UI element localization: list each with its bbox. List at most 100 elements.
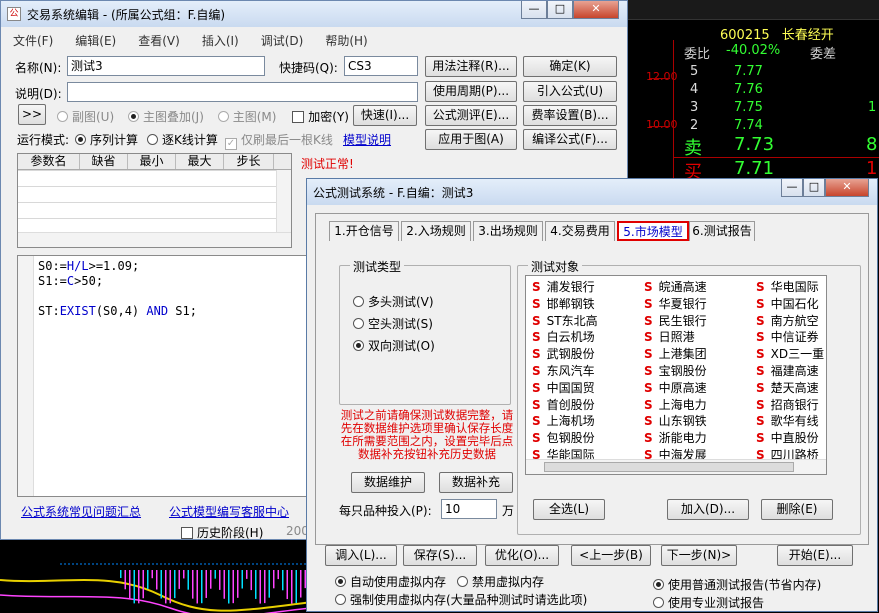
params-hscroll[interactable]	[18, 232, 291, 247]
menu-item-3[interactable]: 插入(I)	[190, 29, 249, 49]
data-fill-button[interactable]: 数据补充	[439, 472, 513, 493]
stock-item[interactable]: S 上海电力	[644, 396, 707, 413]
history-checkbox[interactable]: 历史阶段(H)	[181, 524, 263, 541]
tester-bottom-button-1[interactable]: 保存(S)...	[403, 545, 477, 566]
support-link[interactable]: 公式模型编写客服中心	[169, 503, 289, 520]
encrypt-checkbox[interactable]: 加密(Y)	[292, 110, 349, 124]
option-main[interactable]: 主图(M)	[217, 110, 276, 124]
tester-minimize-button[interactable]: —	[781, 179, 803, 197]
code-vscroll[interactable]	[18, 256, 34, 496]
editor-far-button-2[interactable]: 费率设置(B)...	[523, 105, 617, 126]
stock-item[interactable]: S 华电国际	[756, 278, 819, 295]
menu-item-0[interactable]: 文件(F)	[1, 29, 63, 49]
option-main-overlay[interactable]: 主图叠加(J)	[127, 110, 204, 124]
tab-0[interactable]: 1.开仓信号	[329, 221, 399, 241]
param-header-2[interactable]: 最小	[128, 154, 176, 169]
stock-item[interactable]: S 中原高速	[644, 379, 707, 396]
faq-link[interactable]: 公式系统常见问题汇总	[21, 503, 141, 520]
tester-bottom-button-0[interactable]: 调入(L)...	[325, 545, 397, 566]
menu-item-4[interactable]: 调试(D)	[249, 29, 314, 49]
stock-item[interactable]: S 中国石化	[756, 295, 819, 312]
report-pro-radio[interactable]: 使用专业测试报告	[653, 594, 764, 611]
expand-button[interactable]: >>	[18, 104, 46, 125]
stock-item[interactable]: S ST东北高	[532, 312, 598, 329]
model-desc-link[interactable]: 模型说明	[343, 131, 391, 148]
test-type-radio-0[interactable]: 多头测试(V)	[353, 293, 434, 310]
code-text[interactable]: S0:=H/L>=1.09; S1:=C>50; ST:EXIST(S0,4) AN…	[38, 259, 197, 319]
tester-close-button[interactable]: ✕	[825, 179, 869, 197]
stock-item[interactable]: S 浦发银行	[532, 278, 595, 295]
delete-button[interactable]: 删除(E)	[761, 499, 833, 520]
stock-item[interactable]: S 华夏银行	[644, 295, 707, 312]
refresh-last-checkbox[interactable]: ✓ 仅刷最后一根K线	[225, 131, 333, 150]
mem-force-radio[interactable]: 强制使用虚拟内存(大量品种测试时请选此项)	[335, 591, 587, 608]
menu-item-1[interactable]: 编辑(E)	[63, 29, 126, 49]
stock-item[interactable]: S 山东钢铁	[644, 412, 707, 429]
menu-item-2[interactable]: 查看(V)	[126, 29, 190, 49]
stock-item[interactable]: S 南方航空	[756, 312, 819, 329]
data-maintain-button[interactable]: 数据维护	[351, 472, 425, 493]
tab-5[interactable]: 6.测试报告	[689, 221, 755, 241]
editor-button-2[interactable]: 公式测评(E)...	[425, 105, 517, 126]
stock-item[interactable]: S 上海机场	[532, 412, 595, 429]
stock-item[interactable]: S XD三一重	[756, 345, 824, 362]
mode-bar-radio[interactable]: 逐K线计算	[147, 131, 218, 148]
stock-item[interactable]: S 皖通高速	[644, 278, 707, 295]
name-input[interactable]: 测试3	[67, 56, 265, 76]
stock-item[interactable]: S 东风汽车	[532, 362, 595, 379]
stock-item[interactable]: S 中信证券	[756, 328, 819, 345]
param-header-3[interactable]: 最大	[176, 154, 224, 169]
tester-bottom-button-5[interactable]: 开始(E)...	[777, 545, 853, 566]
stock-item[interactable]: S 楚天高速	[756, 379, 819, 396]
mem-auto-radio[interactable]: 自动使用虚拟内存	[335, 573, 446, 590]
test-type-radio-2[interactable]: 双向测试(O)	[353, 337, 435, 354]
stock-item[interactable]: S 宝钢股份	[644, 362, 707, 379]
option-subchart[interactable]: 副图(U)	[57, 110, 114, 124]
stock-item[interactable]: S 中直股份	[756, 429, 819, 446]
tester-bottom-button-2[interactable]: 优化(O)...	[485, 545, 559, 566]
editor-button-0[interactable]: 用法注释(R)...	[425, 56, 517, 77]
add-button[interactable]: 加入(D)...	[667, 499, 749, 520]
menu-item-5[interactable]: 帮助(H)	[313, 29, 377, 49]
stock-list-hscroll[interactable]	[526, 459, 826, 474]
stock-item[interactable]: S 招商银行	[756, 396, 819, 413]
param-header-4[interactable]: 步长	[224, 154, 274, 169]
param-header-1[interactable]: 缺省	[80, 154, 128, 169]
shortcut-input[interactable]: CS3	[344, 56, 418, 76]
stock-item[interactable]: S 白云机场	[532, 328, 595, 345]
tester-bottom-button-3[interactable]: <上一步(B)	[571, 545, 651, 566]
editor-far-button-1[interactable]: 引入公式(U)	[523, 81, 617, 102]
tab-3[interactable]: 4.交易费用	[545, 221, 615, 241]
editor-button-3[interactable]: 应用于图(A)	[425, 129, 517, 150]
params-vscroll[interactable]	[276, 170, 291, 233]
invest-input[interactable]: 10	[441, 499, 497, 519]
mode-sequence-radio[interactable]: 序列计算	[75, 131, 138, 148]
tab-2[interactable]: 3.出场规则	[473, 221, 543, 241]
stock-list-scroll-thumb[interactable]	[544, 462, 794, 472]
test-type-radio-1[interactable]: 空头测试(S)	[353, 315, 433, 332]
quick-button[interactable]: 快速(I)...	[353, 105, 417, 126]
maximize-button[interactable]: □	[547, 1, 573, 19]
stock-item[interactable]: S 上港集团	[644, 345, 707, 362]
tab-1[interactable]: 2.入场规则	[401, 221, 471, 241]
stock-item[interactable]: S 包钢股份	[532, 429, 595, 446]
stock-item[interactable]: S 武钢股份	[532, 345, 595, 362]
stock-item[interactable]: S 中国国贸	[532, 379, 595, 396]
close-button[interactable]: ✕	[573, 1, 619, 19]
tab-4[interactable]: 5.市场模型	[617, 221, 689, 241]
editor-button-1[interactable]: 使用周期(P)...	[425, 81, 517, 102]
tester-maximize-button[interactable]: □	[803, 179, 825, 197]
report-normal-radio[interactable]: 使用普通测试报告(节省内存)	[653, 576, 821, 593]
select-all-button[interactable]: 全选(L)	[533, 499, 605, 520]
stock-item[interactable]: S 浙能电力	[644, 429, 707, 446]
stock-item[interactable]: S 日照港	[644, 328, 695, 345]
mem-disable-radio[interactable]: 禁用虚拟内存	[457, 573, 544, 590]
stock-item[interactable]: S 歌华有线	[756, 412, 819, 429]
stock-item[interactable]: S 首创股份	[532, 396, 595, 413]
desc-input[interactable]	[67, 82, 418, 102]
stock-item[interactable]: S 民生银行	[644, 312, 707, 329]
minimize-button[interactable]: —	[521, 1, 547, 19]
tester-bottom-button-4[interactable]: 下一步(N)>	[661, 545, 737, 566]
editor-far-button-3[interactable]: 编译公式(F)...	[523, 129, 617, 150]
stock-item[interactable]: S 福建高速	[756, 362, 819, 379]
